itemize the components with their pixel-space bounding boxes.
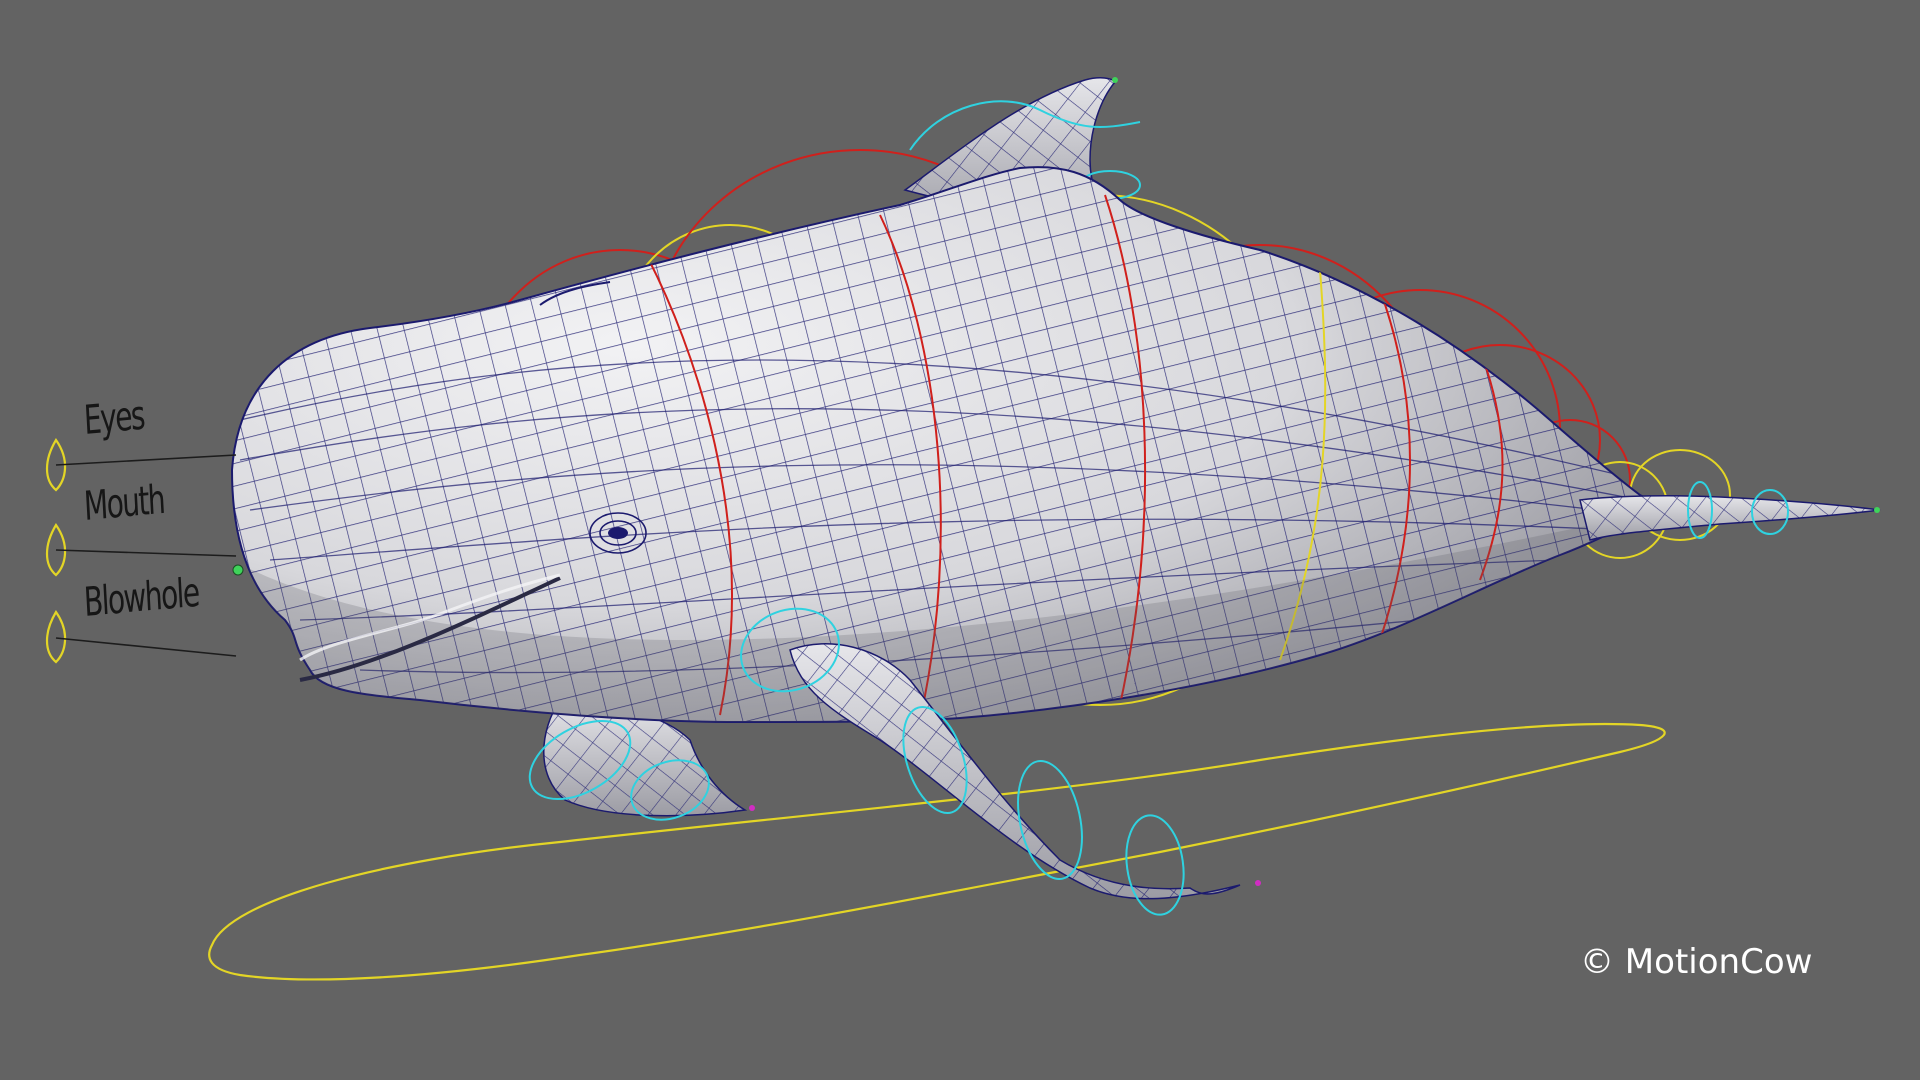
3d-viewport[interactable]: Eyes Mouth Blowhole © MotionCow xyxy=(0,0,1920,1080)
eyes-label: Eyes xyxy=(82,392,146,444)
copyright-watermark: © MotionCow xyxy=(1580,942,1813,982)
dolphin-body xyxy=(230,166,1660,724)
blowhole-control xyxy=(45,609,67,664)
dolphin-rig-scene[interactable] xyxy=(0,0,1920,1080)
mouth-label: Mouth xyxy=(82,476,166,530)
face-pivot xyxy=(232,564,244,576)
